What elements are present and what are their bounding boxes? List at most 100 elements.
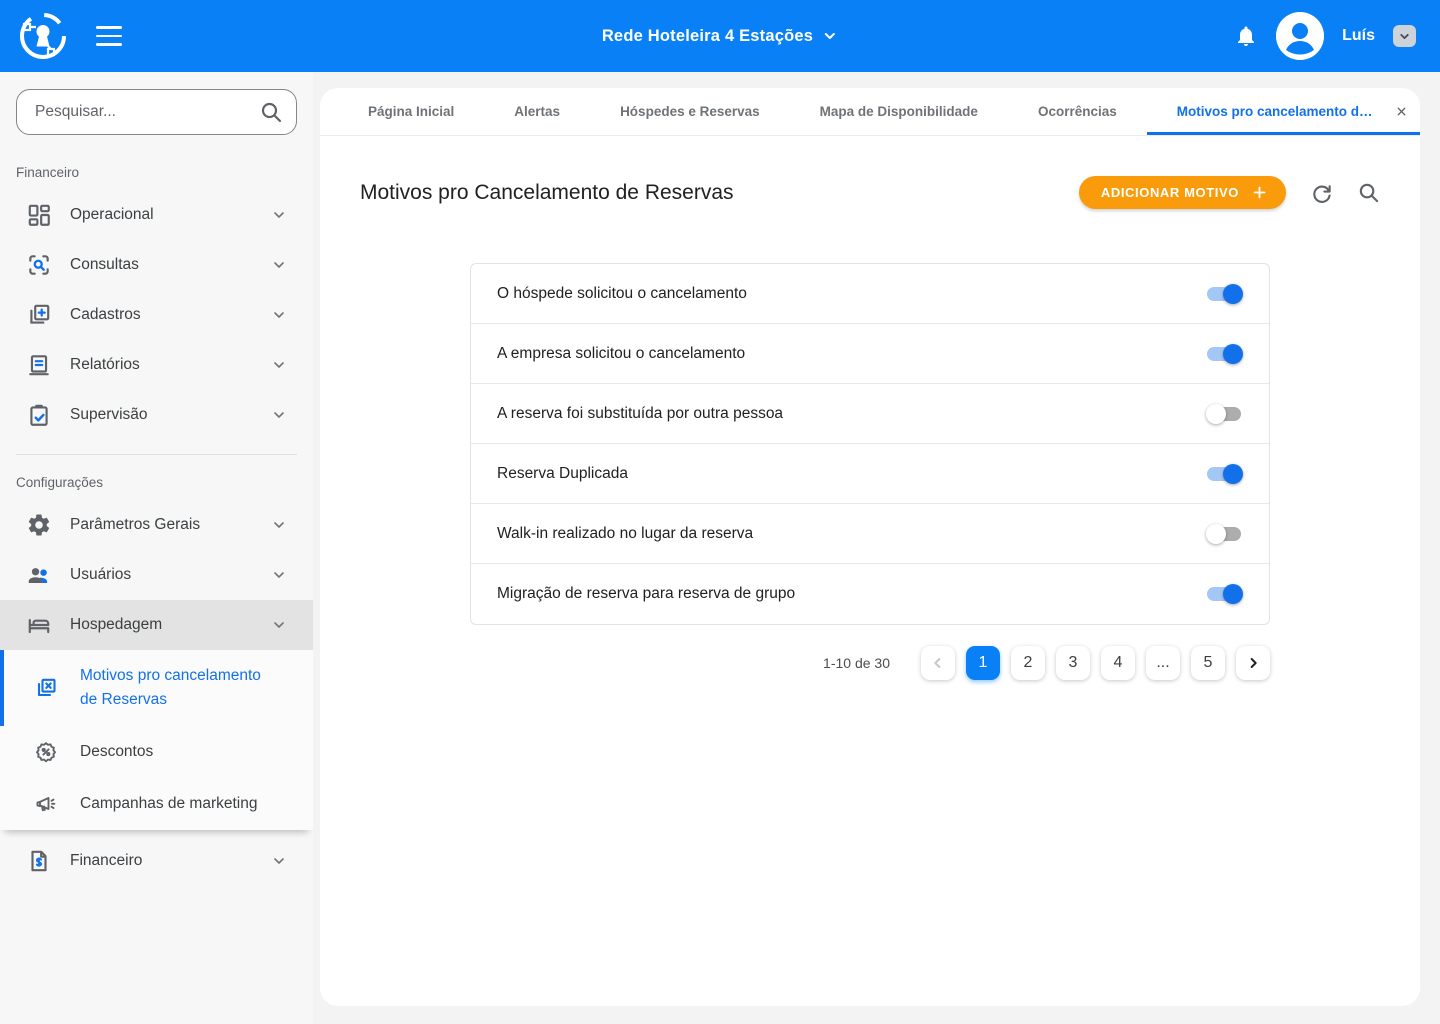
page-button-ellipsis[interactable]: ... (1146, 646, 1180, 680)
sidebar-item-label: Consultas (70, 256, 139, 274)
tab-ocorrencias[interactable]: Ocorrências (1008, 88, 1147, 135)
chevron-down-icon (271, 307, 287, 323)
reason-toggle[interactable] (1206, 283, 1243, 305)
tab-label: Página Inicial (368, 104, 454, 119)
page-button-1[interactable]: 1 (966, 646, 1000, 680)
page-button-4[interactable]: 4 (1101, 646, 1135, 680)
sidebar-subitem-campanhas-marketing[interactable]: Campanhas de marketing (0, 778, 313, 830)
clipboard-check-icon (26, 402, 52, 428)
refresh-icon[interactable] (1310, 181, 1333, 204)
sidebar-subitem-label: Descontos (80, 740, 153, 764)
app-root: Rede Hoteleira 4 Estações Luís (0, 0, 1440, 1024)
reason-toggle[interactable] (1206, 583, 1243, 605)
main-area: Página Inicial Alertas Hóspedes e Reserv… (313, 72, 1440, 1024)
tab-mapa-disponibilidade[interactable]: Mapa de Disponibilidade (790, 88, 1008, 135)
reason-row: Walk-in realizado no lugar da reserva (471, 504, 1269, 564)
discount-icon (34, 740, 58, 764)
sidebar-item-label: Usuários (70, 566, 131, 584)
reason-toggle[interactable] (1206, 403, 1243, 425)
user-menu-button[interactable] (1393, 25, 1416, 47)
sidebar-item-usuarios[interactable]: Usuários (0, 550, 313, 600)
toggle-thumb (1223, 284, 1243, 304)
tab-hospedes-reservas[interactable]: Hóspedes e Reservas (590, 88, 790, 135)
sidebar-item-label: Operacional (70, 206, 154, 224)
user-name: Luís (1342, 27, 1375, 45)
page-title: Motivos pro Cancelamento de Reservas (360, 181, 734, 205)
page-button-2[interactable]: 2 (1011, 646, 1045, 680)
tab-bar: Página Inicial Alertas Hóspedes e Reserv… (320, 88, 1420, 136)
megaphone-icon (34, 792, 58, 816)
sidebar-item-parametros-gerais[interactable]: Parâmetros Gerais (0, 500, 313, 550)
header-right-group: Luís (1234, 12, 1416, 60)
sidebar-item-label: Hospedagem (70, 616, 162, 634)
sidebar-item-hospedagem[interactable]: Hospedagem (0, 600, 313, 650)
content-card: Página Inicial Alertas Hóspedes e Reserv… (320, 88, 1420, 1006)
reason-row: O hóspede solicitou o cancelamento (471, 264, 1269, 324)
brand-title: Rede Hoteleira 4 Estações (602, 27, 813, 46)
dashboard-icon (26, 202, 52, 228)
search-icon[interactable] (259, 100, 283, 124)
search-input[interactable] (16, 89, 297, 135)
sidebar-item-label: Supervisão (70, 406, 148, 424)
chevron-down-icon (271, 407, 287, 423)
tab-label: Motivos pro cancelamento d… (1177, 104, 1373, 119)
avatar[interactable] (1276, 12, 1324, 60)
cancellation-reasons-list: O hóspede solicitou o cancelamento A emp… (470, 263, 1270, 625)
sidebar-subitem-descontos[interactable]: Descontos (0, 726, 313, 778)
cancel-square-icon (34, 676, 58, 700)
sidebar-item-label: Relatórios (70, 356, 140, 374)
tab-label: Alertas (514, 104, 560, 119)
hotel-selector[interactable]: Rede Hoteleira 4 Estações (602, 27, 838, 46)
toggle-thumb (1223, 344, 1243, 364)
sidebar-subitem-motivos-cancelamento[interactable]: Motivos pro cancelamento de Reservas (0, 650, 313, 726)
sidebar-item-financeiro[interactable]: Financeiro (0, 836, 313, 886)
tab-label: Hóspedes e Reservas (620, 104, 760, 119)
reason-row: Reserva Duplicada (471, 444, 1269, 504)
sidebar: Financeiro Operacional Consultas Cadastr… (0, 72, 313, 1024)
menu-hamburger-icon[interactable] (96, 26, 122, 46)
plus-icon (1251, 184, 1268, 201)
reason-label: Migração de reserva para reserva de grup… (497, 585, 795, 603)
toggle-thumb (1223, 584, 1243, 604)
tab-motivos-cancelamento[interactable]: Motivos pro cancelamento d… (1147, 88, 1420, 135)
chevron-down-icon (822, 28, 838, 44)
chevron-right-icon (1245, 655, 1261, 671)
page-button-3[interactable]: 3 (1056, 646, 1090, 680)
reason-toggle[interactable] (1206, 343, 1243, 365)
hospedagem-submenu: Motivos pro cancelamento de Reservas Des… (0, 650, 313, 830)
invoice-icon (26, 848, 52, 874)
reason-row: Migração de reserva para reserva de grup… (471, 564, 1269, 624)
chevron-down-icon (271, 567, 287, 583)
add-reason-button[interactable]: ADICIONAR MOTIVO (1079, 176, 1286, 209)
page-next-button[interactable] (1236, 646, 1270, 680)
sidebar-divider (16, 454, 297, 455)
chevron-down-icon (271, 517, 287, 533)
chevron-down-icon (271, 207, 287, 223)
page-button-5[interactable]: 5 (1191, 646, 1225, 680)
reason-label: A empresa solicitou o cancelamento (497, 345, 745, 363)
tab-alertas[interactable]: Alertas (484, 88, 590, 135)
reason-label: A reserva foi substituída por outra pess… (497, 405, 783, 423)
sidebar-item-supervisao[interactable]: Supervisão (0, 390, 313, 440)
sidebar-item-relatorios[interactable]: Relatórios (0, 340, 313, 390)
chevron-down-icon (271, 257, 287, 273)
search-icon[interactable] (1357, 181, 1380, 204)
sidebar-subitem-label: Motivos pro cancelamento de Reservas (80, 664, 270, 712)
avatar-person-icon (1276, 12, 1324, 60)
sidebar-item-operacional[interactable]: Operacional (0, 190, 313, 240)
notifications-bell-icon[interactable] (1234, 24, 1258, 48)
sidebar-item-cadastros[interactable]: Cadastros (0, 290, 313, 340)
tab-pagina-inicial[interactable]: Página Inicial (338, 88, 484, 135)
sidebar-item-label: Financeiro (70, 852, 142, 870)
page-prev-button[interactable] (921, 646, 955, 680)
sidebar-subitem-label: Campanhas de marketing (80, 792, 258, 816)
bed-icon (26, 612, 52, 638)
sidebar-item-consultas[interactable]: Consultas (0, 240, 313, 290)
reason-toggle[interactable] (1206, 523, 1243, 545)
tab-content: Motivos pro Cancelamento de Reservas ADI… (320, 136, 1420, 1006)
receipt-icon (26, 352, 52, 378)
tab-close-icon[interactable] (1395, 105, 1408, 118)
pagination: 1-10 de 30 1 2 3 4 ... 5 (470, 646, 1270, 680)
reason-toggle[interactable] (1206, 463, 1243, 485)
tab-label: Mapa de Disponibilidade (820, 104, 978, 119)
